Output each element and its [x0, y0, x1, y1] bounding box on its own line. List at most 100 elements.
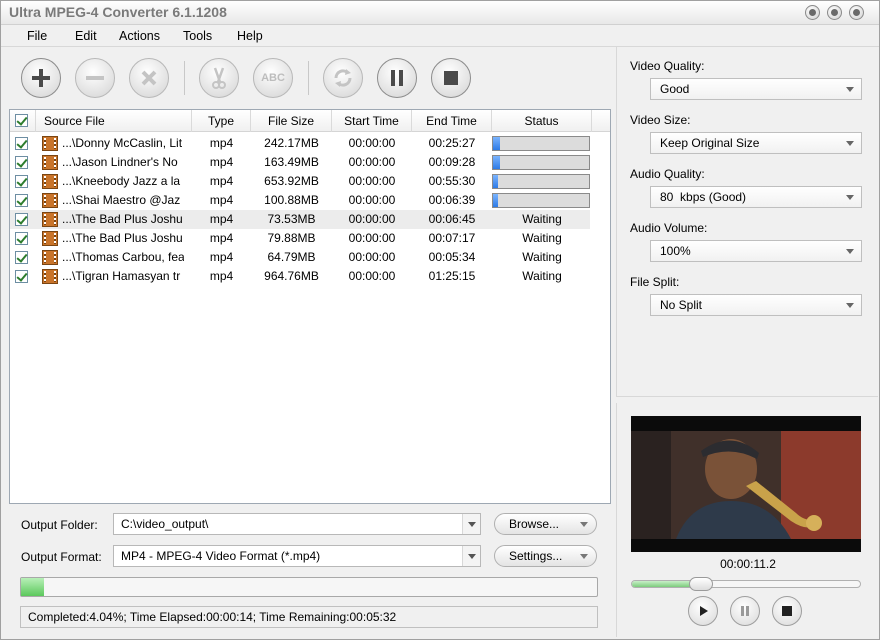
file-type: mp4 — [209, 231, 234, 245]
output-format-select[interactable]: MP4 - MPEG-4 Video Format (*.mp4) — [113, 545, 481, 567]
right-pane: Video Quality: Good Video Size: Keep Ori… — [616, 47, 878, 637]
file-name: ...\Thomas Carbou, fea — [62, 250, 184, 264]
end-time: 00:09:28 — [428, 155, 476, 169]
file-row-checkbox[interactable] — [15, 270, 28, 283]
video-size-label: Video Size: — [630, 113, 691, 127]
file-size: 79.88MB — [267, 231, 316, 245]
column-start-time[interactable]: Start Time — [332, 110, 412, 132]
stop-icon — [444, 71, 458, 85]
file-size: 64.79MB — [267, 250, 316, 264]
file-row[interactable]: ...\Donny McCaslin, Lit mp4 242.17MB 00:00:… — [10, 134, 590, 153]
pause-button[interactable] — [377, 58, 417, 98]
cut-button[interactable] — [199, 58, 239, 98]
file-row[interactable]: ...\The Bad Plus Joshu mp4 73.53MB 00:00:00… — [10, 210, 590, 229]
file-split-select[interactable]: No Split — [650, 294, 862, 316]
add-file-button[interactable] — [21, 58, 61, 98]
preview-stop-button[interactable] — [772, 596, 802, 626]
output-format-value: MP4 - MPEG-4 Video Format (*.mp4) — [121, 549, 321, 563]
menu-actions[interactable]: Actions — [119, 29, 160, 43]
clear-icon — [141, 70, 157, 86]
end-time: 01:25:15 — [428, 269, 476, 283]
video-preview[interactable] — [631, 416, 861, 552]
file-list: Source File Type File Size Start Time En… — [9, 109, 611, 504]
title-bar: Ultra MPEG-4 Converter 6.1.1208 — [1, 1, 879, 25]
file-row-checkbox[interactable] — [15, 156, 28, 169]
file-row[interactable]: ...\Thomas Carbou, fea mp4 64.79MB 00:00:00… — [10, 248, 590, 267]
end-time: 00:25:27 — [428, 136, 476, 150]
file-row-checkbox[interactable] — [15, 137, 28, 150]
close-button[interactable] — [849, 5, 864, 20]
end-time: 00:05:34 — [428, 250, 476, 264]
file-name: ...\Kneebody Jazz a la — [62, 174, 181, 188]
file-size: 242.17MB — [264, 136, 319, 150]
file-type: mp4 — [209, 155, 234, 169]
file-type: mp4 — [209, 212, 234, 226]
file-row-checkbox[interactable] — [15, 213, 28, 226]
remove-file-button[interactable] — [75, 58, 115, 98]
play-button[interactable] — [688, 596, 718, 626]
audio-quality-select[interactable]: 80 kbps (Good) — [650, 186, 862, 208]
output-folder-input[interactable]: C:\video_output\ — [113, 513, 481, 535]
preview-time: 00:00:11.2 — [720, 557, 776, 571]
select-all-checkbox[interactable] — [15, 114, 28, 127]
seek-slider-thumb[interactable] — [689, 577, 713, 591]
status-bar: Completed:4.04%; Time Elapsed:00:00:14; … — [20, 606, 598, 628]
file-split-value: No Split — [660, 298, 703, 312]
toolbar-separator — [308, 61, 309, 95]
file-row[interactable]: ...\Tigran Hamasyan tr mp4 964.76MB 00:00:0… — [10, 267, 590, 286]
minimize-button[interactable] — [805, 5, 820, 20]
video-size-select[interactable]: Keep Original Size — [650, 132, 862, 154]
file-row[interactable]: ...\The Bad Plus Joshu mp4 79.88MB 00:00:00… — [10, 229, 590, 248]
audio-quality-value: 80 kbps (Good) — [660, 190, 747, 204]
file-row[interactable]: ...\Shai Maestro @Jaz mp4 100.88MB 00:00:00… — [10, 191, 590, 210]
menu-file[interactable]: File — [27, 29, 47, 43]
chevron-down-icon — [846, 87, 854, 92]
file-row-checkbox[interactable] — [15, 175, 28, 188]
chevron-down-icon — [846, 249, 854, 254]
column-file-size[interactable]: File Size — [251, 110, 332, 132]
start-time: 00:00:00 — [348, 136, 396, 150]
file-row-checkbox[interactable] — [15, 251, 28, 264]
rename-button[interactable]: ABC — [253, 58, 293, 98]
menu-tools[interactable]: Tools — [183, 29, 212, 43]
maximize-button[interactable] — [827, 5, 842, 20]
audio-volume-label: Audio Volume: — [630, 221, 708, 235]
browse-button[interactable]: Browse... — [494, 513, 597, 535]
file-progress-fill — [493, 175, 498, 188]
file-row[interactable]: ...\Jason Lindner's No mp4 163.49MB 00:00:0… — [10, 153, 590, 172]
column-type[interactable]: Type — [192, 110, 251, 132]
chevron-down-icon[interactable] — [462, 546, 480, 566]
file-progress-fill — [493, 137, 500, 150]
start-time: 00:00:00 — [348, 250, 396, 264]
rename-icon: ABC — [261, 72, 285, 84]
file-name: ...\The Bad Plus Joshu — [62, 231, 183, 245]
video-quality-select[interactable]: Good — [650, 78, 862, 100]
file-progress-bar — [492, 193, 590, 208]
seek-slider[interactable] — [631, 577, 861, 591]
preview-pause-button[interactable] — [730, 596, 760, 626]
settings-button[interactable]: Settings... — [494, 545, 597, 567]
chevron-down-icon — [846, 195, 854, 200]
file-name: ...\The Bad Plus Joshu — [62, 212, 183, 226]
output-folder-value: C:\video_output\ — [121, 517, 209, 531]
file-row-checkbox[interactable] — [15, 194, 28, 207]
menu-help[interactable]: Help — [237, 29, 263, 43]
chevron-down-icon[interactable] — [462, 514, 480, 534]
file-row-checkbox[interactable] — [15, 232, 28, 245]
start-time: 00:00:00 — [348, 269, 396, 283]
file-size: 73.53MB — [267, 212, 316, 226]
file-progress-fill — [493, 194, 498, 207]
remove-icon — [86, 76, 104, 80]
stop-button[interactable] — [431, 58, 471, 98]
audio-volume-select[interactable]: 100% — [650, 240, 862, 262]
convert-button[interactable] — [323, 58, 363, 98]
menu-edit[interactable]: Edit — [75, 29, 97, 43]
video-quality-label: Video Quality: — [630, 59, 705, 73]
file-row[interactable]: ...\Kneebody Jazz a la mp4 653.92MB 00:00:0… — [10, 172, 590, 191]
column-status[interactable]: Status — [492, 110, 592, 132]
column-end-time[interactable]: End Time — [412, 110, 492, 132]
column-source-file[interactable]: Source File — [36, 110, 192, 132]
clear-list-button[interactable] — [129, 58, 169, 98]
file-type: mp4 — [209, 136, 234, 150]
cut-icon — [212, 67, 226, 89]
